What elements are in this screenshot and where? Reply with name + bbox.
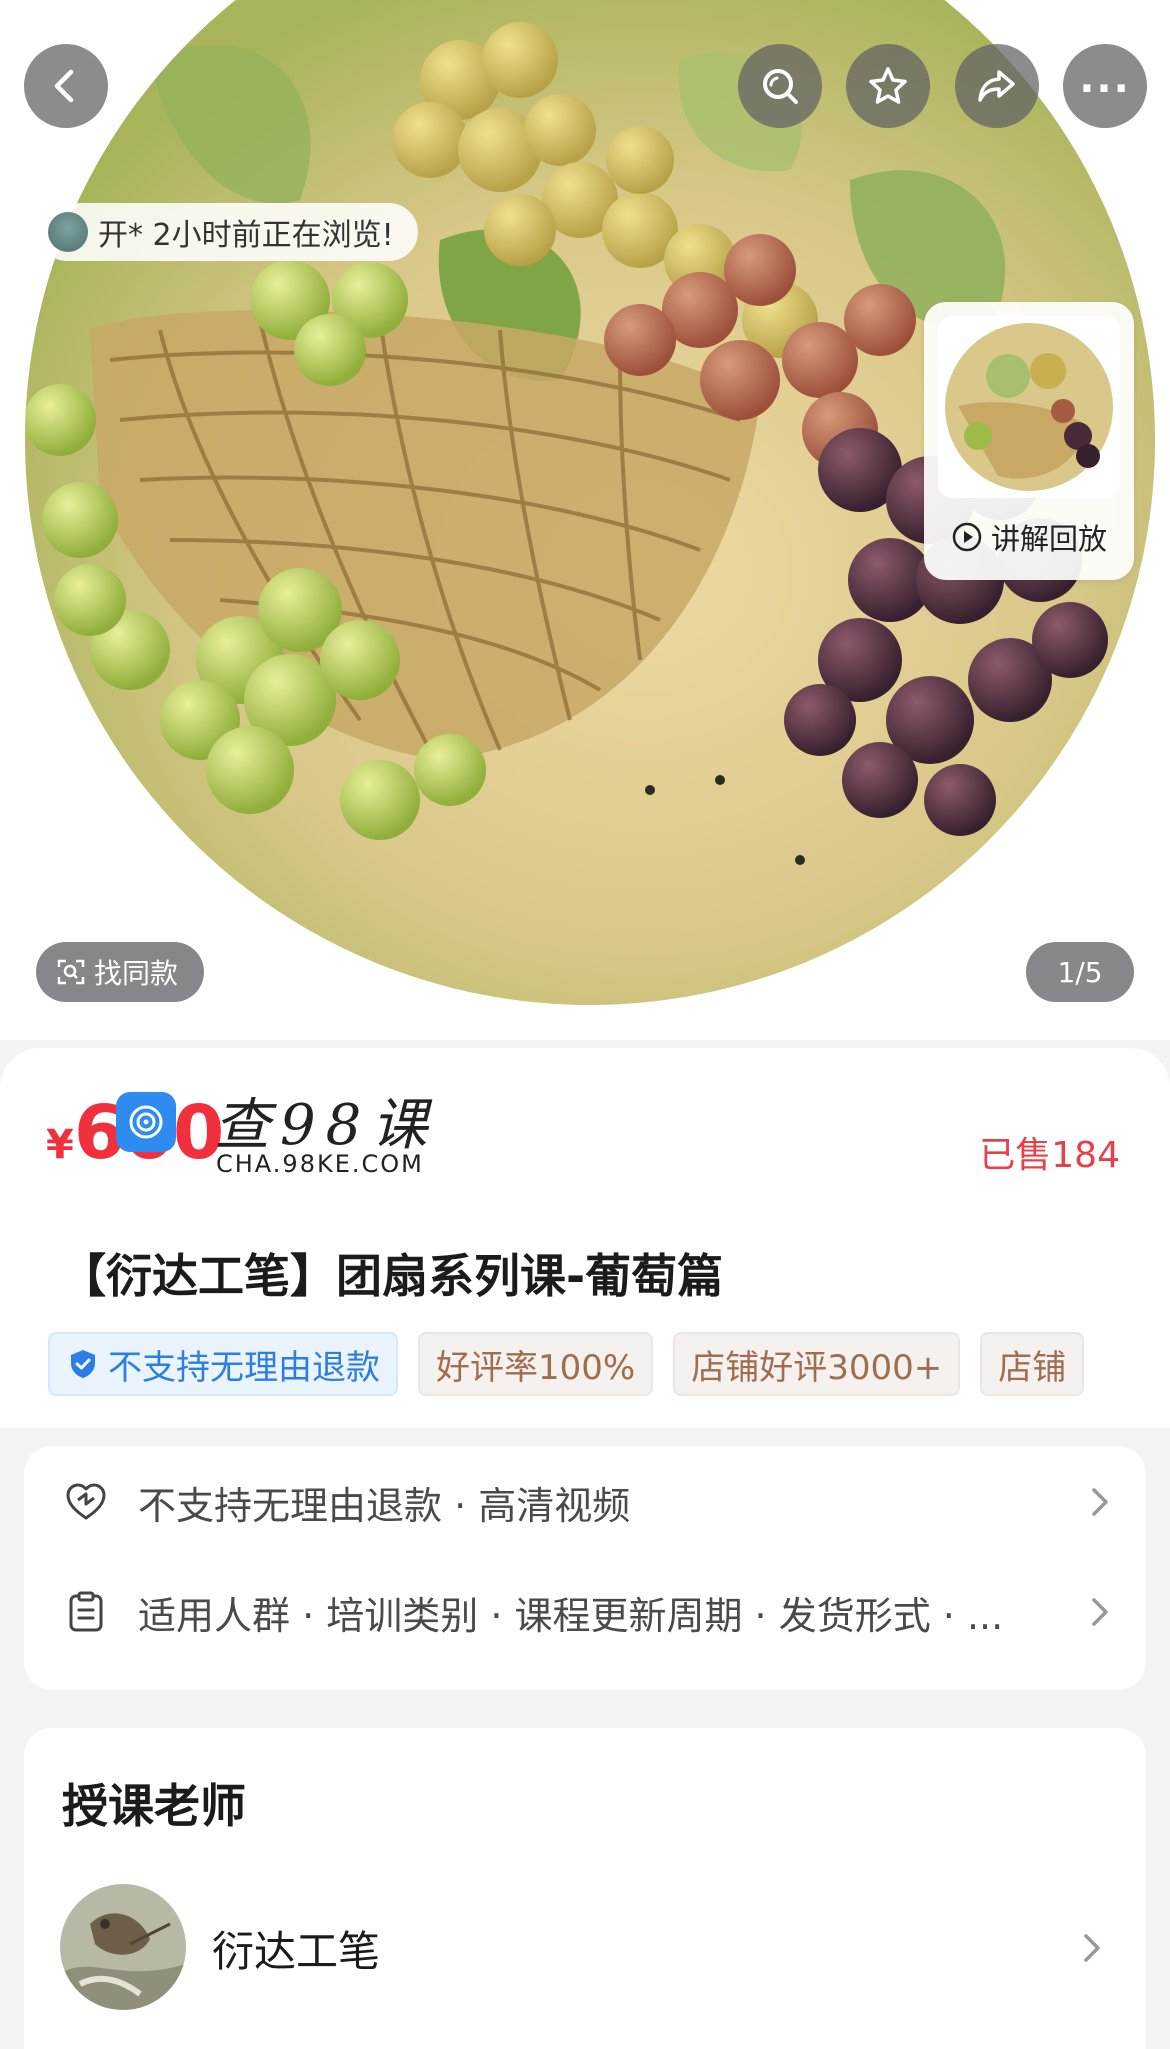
- shield-check-icon: [71, 1350, 95, 1378]
- tag-list[interactable]: 不支持无理由退款 好评率100% 店铺好评3000+ 店铺: [48, 1332, 1122, 1398]
- browser-avatar: [48, 212, 88, 252]
- more-button[interactable]: ...: [1063, 44, 1147, 128]
- explain-replay-card[interactable]: 讲解回放: [924, 302, 1134, 580]
- price-currency: ¥: [46, 1122, 74, 1168]
- product-page: ... 开* 2小时前正在浏览! 讲解回放 找同款 1/5 ¥ 查98课 CHA…: [0, 0, 1170, 2049]
- replay-label: 讲解回放: [924, 516, 1134, 558]
- search-icon: [763, 69, 798, 104]
- browse-notice: 开* 2小时前正在浏览!: [38, 203, 418, 261]
- tag-label: 不支持无理由退款: [108, 1347, 380, 1388]
- service-text: 适用人群 · 培训类别 · 课程更新周期 · 发货形式 · ...: [138, 1593, 1004, 1638]
- tag-rating[interactable]: 好评率100%: [418, 1332, 654, 1396]
- chevron-left-icon: [54, 69, 74, 103]
- tag-label: 店铺: [998, 1347, 1067, 1388]
- product-gallery[interactable]: ... 开* 2小时前正在浏览! 讲解回放 找同款 1/5: [0, 0, 1170, 1040]
- tag-label: 店铺好评3000+: [691, 1347, 943, 1388]
- product-title: 【衍达工笔】团扇系列课-葡萄篇: [60, 1249, 724, 1303]
- tag-shop[interactable]: 店铺: [980, 1332, 1085, 1396]
- teacher-heading: 授课老师: [62, 1779, 246, 1833]
- find-same-button[interactable]: 找同款: [36, 942, 205, 1002]
- find-same-label: 找同款: [94, 957, 179, 990]
- teacher-avatar[interactable]: [60, 1884, 186, 2010]
- sold-count: 已售184: [979, 1135, 1120, 1176]
- teacher-name[interactable]: 衍达工笔: [212, 1918, 380, 1979]
- image-page-indicator: 1/5: [1026, 942, 1134, 1002]
- search-button[interactable]: [738, 44, 822, 128]
- watermark-url: CHA.98KE.COM: [216, 1150, 424, 1178]
- share-button[interactable]: [955, 44, 1039, 128]
- teacher-card: 授课老师 衍达工笔: [24, 1728, 1146, 2049]
- watermark-title: 查98课: [214, 1093, 438, 1158]
- tag-shop-reviews[interactable]: 店铺好评3000+: [673, 1332, 961, 1396]
- back-button[interactable]: [24, 44, 108, 128]
- browse-notice-text: 开* 2小时前正在浏览!: [98, 218, 394, 253]
- service-row-params[interactable]: 适用人群 · 培训类别 · 课程更新周期 · 发货形式 · ...: [64, 1562, 1114, 1662]
- tag-label: 好评率100%: [436, 1347, 636, 1388]
- tag-no-refund[interactable]: 不支持无理由退款: [48, 1332, 398, 1396]
- chevron-right-icon: [1092, 1598, 1108, 1626]
- chevron-right-icon: [1092, 1488, 1108, 1516]
- share-icon: [978, 70, 1015, 102]
- clipboard-icon: [69, 1591, 103, 1632]
- favorite-button[interactable]: [846, 44, 930, 128]
- heart-shield-icon: [66, 1483, 106, 1520]
- scan-icon: [57, 959, 85, 985]
- more-icon: ...: [1079, 56, 1131, 102]
- watermark-logo-icon: [116, 1092, 176, 1152]
- replay-label-text: 讲解回放: [990, 522, 1107, 556]
- chevron-right-icon[interactable]: [1080, 1928, 1106, 1968]
- service-card: 不支持无理由退款 · 高清视频 适用人群 · 培训类别 · 课程更新周期 · 发…: [24, 1446, 1146, 1690]
- service-text: 不支持无理由退款 · 高清视频: [138, 1483, 631, 1528]
- service-row-refund[interactable]: 不支持无理由退款 · 高清视频: [64, 1452, 1114, 1552]
- play-circle-icon: [952, 522, 982, 552]
- replay-thumbnail: [938, 316, 1120, 498]
- star-icon: [869, 67, 907, 104]
